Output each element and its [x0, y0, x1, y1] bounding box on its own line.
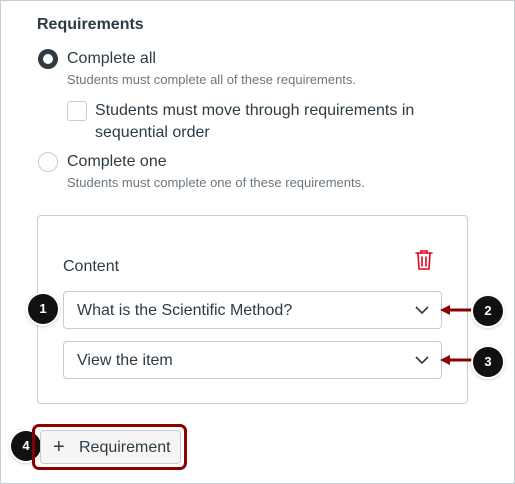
- sequential-order-label[interactable]: Students must move through requirements …: [95, 100, 455, 144]
- add-requirement-button[interactable]: + Requirement: [40, 430, 181, 464]
- complete-one-description: Students must complete one of these requ…: [67, 175, 365, 190]
- plus-icon: +: [53, 436, 65, 458]
- content-label: Content: [63, 258, 120, 275]
- requirement-type-value: View the item: [77, 352, 173, 369]
- complete-one-radio[interactable]: [38, 152, 58, 172]
- chevron-down-icon: [415, 356, 429, 365]
- callout-arrow-3: [440, 355, 476, 365]
- requirements-heading: Requirements: [37, 16, 144, 33]
- trash-icon[interactable]: [414, 249, 434, 271]
- callout-arrow-2: [440, 305, 476, 315]
- chevron-down-icon: [415, 306, 429, 315]
- complete-all-radio[interactable]: [38, 49, 58, 69]
- callout-badge-2: 2: [473, 296, 503, 326]
- requirements-panel: Requirements Complete all Students must …: [0, 0, 515, 484]
- content-item-value: What is the Scientific Method?: [77, 302, 293, 319]
- requirement-type-select[interactable]: View the item: [63, 341, 442, 379]
- complete-all-description: Students must complete all of these requ…: [67, 72, 357, 87]
- callout-badge-3: 3: [473, 347, 503, 377]
- complete-one-label[interactable]: Complete one: [67, 153, 167, 171]
- content-item-select[interactable]: What is the Scientific Method?: [63, 291, 442, 329]
- add-requirement-label: Requirement: [79, 439, 171, 456]
- complete-all-label[interactable]: Complete all: [67, 50, 156, 68]
- callout-badge-1: 1: [28, 294, 58, 324]
- sequential-order-checkbox[interactable]: [67, 101, 87, 121]
